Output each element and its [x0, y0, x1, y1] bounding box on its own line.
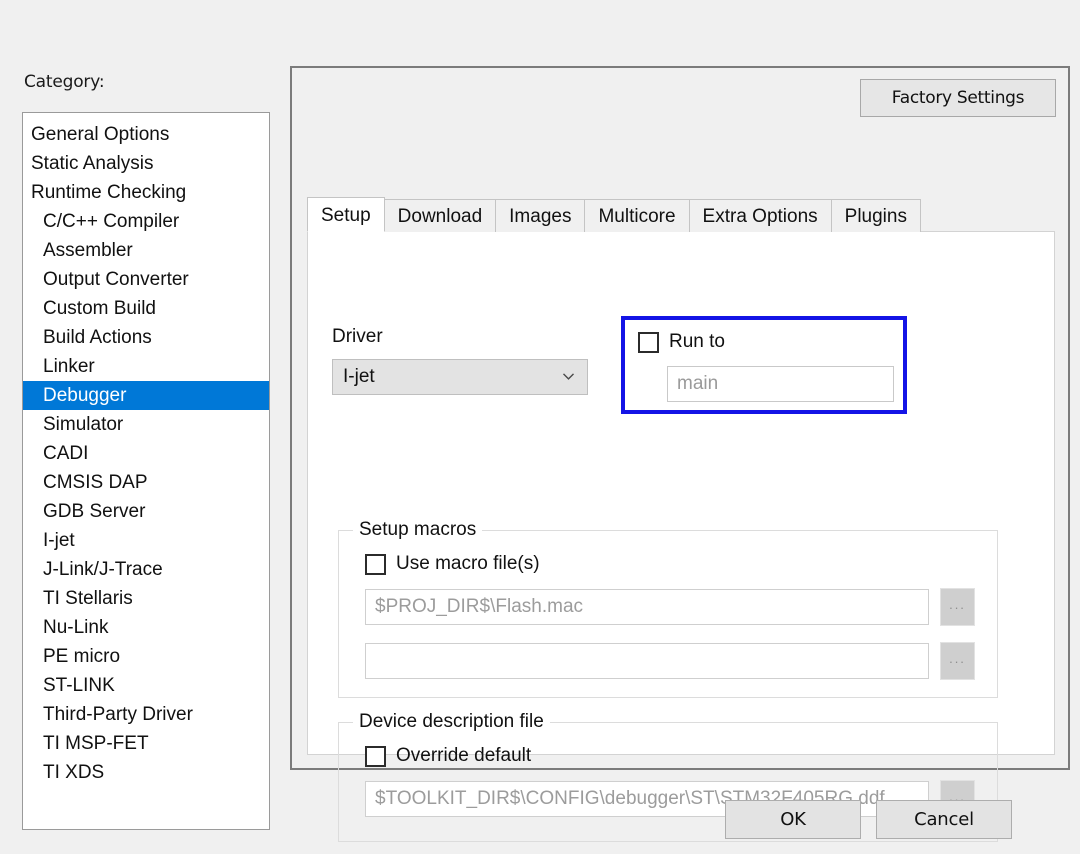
macro-file-1-browse-button[interactable]: ...	[940, 588, 975, 626]
setup-macros-group: Setup macros Use macro file(s) $PROJ_DIR…	[338, 530, 998, 698]
tab-images[interactable]: Images	[495, 199, 585, 232]
cancel-button[interactable]: Cancel	[876, 800, 1012, 839]
category-item[interactable]: GDB Server	[23, 497, 269, 526]
use-macro-files-row[interactable]: Use macro file(s)	[365, 553, 540, 575]
category-item[interactable]: Build Actions	[23, 323, 269, 352]
options-panel: Factory Settings SetupDownloadImagesMult…	[290, 66, 1070, 770]
tab-content-setup: Driver I-jet Run to main Setup macros Us…	[307, 231, 1055, 755]
category-item[interactable]: General Options	[23, 120, 269, 149]
category-item[interactable]: Static Analysis	[23, 149, 269, 178]
category-item[interactable]: ST-LINK	[23, 671, 269, 700]
category-item[interactable]: Nu-Link	[23, 613, 269, 642]
macro-file-2-input[interactable]	[365, 643, 929, 679]
chevron-down-icon	[562, 370, 575, 383]
tab-setup[interactable]: Setup	[307, 197, 385, 232]
factory-settings-button[interactable]: Factory Settings	[860, 79, 1056, 117]
category-list[interactable]: General OptionsStatic AnalysisRuntime Ch…	[22, 112, 270, 830]
category-item[interactable]: I-jet	[23, 526, 269, 555]
category-item[interactable]: C/C++ Compiler	[23, 207, 269, 236]
run-to-checkbox[interactable]	[638, 332, 659, 353]
tab-extra-options[interactable]: Extra Options	[689, 199, 832, 232]
driver-dropdown[interactable]: I-jet	[332, 359, 588, 395]
category-item[interactable]: TI XDS	[23, 758, 269, 787]
macro-file-2-browse-button[interactable]: ...	[940, 642, 975, 680]
tab-download[interactable]: Download	[384, 199, 497, 232]
category-item[interactable]: Assembler	[23, 236, 269, 265]
tab-strip: SetupDownloadImagesMulticoreExtra Option…	[307, 197, 920, 232]
category-item[interactable]: Simulator	[23, 410, 269, 439]
category-item[interactable]: J-Link/J-Trace	[23, 555, 269, 584]
ok-button[interactable]: OK	[725, 800, 861, 839]
category-item[interactable]: Runtime Checking	[23, 178, 269, 207]
tab-plugins[interactable]: Plugins	[831, 199, 921, 232]
category-item[interactable]: Third-Party Driver	[23, 700, 269, 729]
category-label: Category:	[24, 72, 104, 92]
macro-file-1-input[interactable]: $PROJ_DIR$\Flash.mac	[365, 589, 929, 625]
category-item[interactable]: CMSIS DAP	[23, 468, 269, 497]
run-to-input[interactable]: main	[667, 366, 894, 402]
setup-macros-legend: Setup macros	[353, 519, 482, 541]
category-item[interactable]: Debugger	[23, 381, 269, 410]
override-default-row[interactable]: Override default	[365, 745, 531, 767]
run-to-highlight-box: Run to main	[621, 316, 907, 414]
category-item[interactable]: Linker	[23, 352, 269, 381]
run-to-checkbox-row[interactable]: Run to	[638, 331, 725, 353]
category-item[interactable]: CADI	[23, 439, 269, 468]
use-macro-files-checkbox[interactable]	[365, 554, 386, 575]
category-item[interactable]: Output Converter	[23, 265, 269, 294]
driver-selected-value: I-jet	[343, 366, 375, 387]
use-macro-files-label: Use macro file(s)	[396, 553, 540, 575]
override-default-checkbox[interactable]	[365, 746, 386, 767]
driver-label: Driver	[332, 326, 383, 348]
category-item[interactable]: PE micro	[23, 642, 269, 671]
device-description-legend: Device description file	[353, 711, 550, 733]
category-item[interactable]: Custom Build	[23, 294, 269, 323]
category-item[interactable]: TI Stellaris	[23, 584, 269, 613]
category-item[interactable]: TI MSP-FET	[23, 729, 269, 758]
run-to-label: Run to	[669, 331, 725, 353]
tab-multicore[interactable]: Multicore	[584, 199, 689, 232]
override-default-label: Override default	[396, 745, 531, 767]
